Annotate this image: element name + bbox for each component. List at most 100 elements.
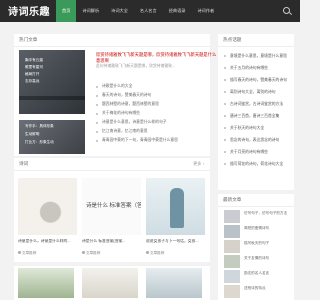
nav-item-analysis[interactable]: 诗词解析	[76, 0, 105, 22]
hot-topics-list: 意境是什么意思，意境是什么意思 关于五月的诗句有哪些 描写春天的诗句，赞美春天的…	[224, 50, 294, 170]
image-caption-line: 胸中有丘壑	[25, 58, 43, 62]
hot-articles-list: 诗歌是什么的大全 春天的诗句，赞美春天的诗句 题西林壁的诗意，题西林壁的意思 关…	[96, 82, 220, 145]
image-caption-line: 写作手：具体形象	[25, 124, 54, 128]
more-link[interactable]: 更多 ›	[193, 161, 204, 167]
article-card-title[interactable]: 说说女孩子写下一句话，女孩...	[146, 239, 205, 244]
list-item-label: 思念的诗句，表达思念的诗句	[230, 138, 280, 142]
list-item[interactable]: 关于五月的诗句有哪些	[224, 62, 294, 74]
featured-article-summary: 此句待诸雅致飞飞新天题是哪，欣赏待诸雅致...	[96, 64, 176, 68]
article-thumbnail[interactable]	[224, 240, 240, 253]
list-item-label: 简短的爱情诗句	[244, 226, 270, 230]
bullet-icon	[224, 55, 226, 57]
article-card-tag: 文章推荐	[146, 251, 164, 256]
list-item[interactable]: 诗意是什么意思，诗意是什么样的句子	[96, 118, 220, 127]
list-item-label: 春天的诗句，赞美春天的诗句	[102, 93, 152, 97]
list-item-label: 关于月亮的诗句有哪些	[230, 150, 268, 154]
article-thumbnail[interactable]	[18, 178, 77, 235]
hot-article-image[interactable]: 胸中有丘壑 眼里有星河 格局打开 志存高远	[19, 50, 85, 114]
tag-icon	[18, 251, 21, 254]
bullet-icon	[96, 103, 98, 106]
article-card-title[interactable]: 诗意是什么，诗意是什么样的...	[18, 239, 77, 244]
list-item[interactable]: 春天的诗句，赞美春天的诗句	[96, 91, 220, 100]
list-item[interactable]: 离别诗句大全，离别的诗句	[224, 86, 294, 98]
list-item-label: 题西林壁的诗意，题西林壁的意思	[102, 102, 159, 106]
article-thumbnail[interactable]	[18, 268, 74, 298]
list-item-label: 诗意是什么意思，诗意是什么样的句子	[102, 120, 167, 124]
list-item[interactable]: 关于秋天的诗句大全	[224, 122, 294, 134]
hot-article-image[interactable]: 写作手：具体形象 生动鲜明 打比方：形象生动	[19, 120, 85, 154]
image-divider	[19, 96, 85, 100]
search-icon[interactable]	[283, 7, 290, 14]
list-item[interactable]: 仿写句子，仿写句子的方法	[224, 210, 294, 224]
list-item[interactable]: 诗歌是什么的大全	[96, 82, 220, 91]
list-item[interactable]: 青青园中葵的下一句，青青园中葵是什么意思	[96, 136, 220, 145]
bullet-icon	[224, 151, 226, 153]
article-thumbnail[interactable]	[146, 268, 202, 298]
article-thumbnail[interactable]	[224, 255, 240, 268]
list-item[interactable]: 思念的诗句，表达思念的诗句	[224, 134, 294, 146]
bullet-icon	[96, 139, 98, 142]
list-item-label: 唐诗三百首，唐诗三百首全集	[230, 114, 280, 118]
list-item[interactable]: 意境是什么意思，意境是什么意思	[224, 50, 294, 62]
hot-topics-panel: 热点话题 意境是什么意思，意境是什么意思 关于五月的诗句有哪些 描写春天的诗句，…	[218, 34, 294, 190]
list-item[interactable]: 描写秋天的句子	[224, 240, 294, 254]
list-item-label: 青青园中葵的下一句，青青园中葵是什么意思	[102, 138, 178, 142]
list-item[interactable]: 唐诗三百首，唐诗三百首全集	[224, 110, 294, 122]
list-item-label: 诗歌是什么的大全	[102, 84, 133, 88]
article-thumbnail[interactable]	[82, 268, 138, 298]
list-item[interactable]: 简短的爱情诗句	[224, 225, 294, 239]
list-item[interactable]: 关于梅花的诗句有哪些	[96, 109, 220, 118]
article-thumbnail[interactable]	[224, 225, 240, 238]
hot-articles-title: 热门文章	[19, 37, 38, 42]
bullet-icon	[96, 130, 98, 133]
list-item[interactable]: 题西林壁的诗意，题西林壁的意思	[96, 100, 220, 109]
article-card-title[interactable]: 诗是什么 标准答案(答案...	[82, 239, 141, 244]
article-thumbnail[interactable]	[224, 270, 240, 283]
article-card-tag: 文章推荐	[18, 251, 36, 256]
list-item[interactable]: 励志的名人名言	[224, 270, 294, 284]
image-caption-line: 格局打开	[25, 72, 40, 76]
list-item-label: 描写秋天的句子	[244, 241, 270, 245]
person-figure-icon	[170, 188, 184, 228]
list-item-label: 关于友情的诗句	[244, 256, 270, 260]
latest-articles-header: 最新文章	[218, 194, 294, 207]
bullet-icon	[96, 112, 98, 115]
article-thumbnail[interactable]	[224, 210, 240, 223]
tag-label: 文章推荐	[86, 251, 101, 255]
latest-articles-title: 最新文章	[223, 197, 242, 202]
list-item[interactable]: 关于月亮的诗句有哪些	[224, 146, 294, 158]
featured-article-title[interactable]: 欣赏待诸雅致飞飞新天题是哪，欣赏待诸雅致飞飞新天题是什么意思啊	[96, 52, 220, 63]
list-item-label: 仿写句子，仿写句子的方法	[244, 211, 288, 215]
list-item[interactable]: 描写荷花的诗句，荷花诗句大全	[224, 158, 294, 170]
list-item[interactable]: 忆江南诗意，忆江南的意思	[96, 127, 220, 136]
nav-item-home[interactable]: 首页	[56, 0, 77, 22]
list-item-label: 意境是什么意思，意境是什么意思	[230, 54, 287, 58]
bullet-icon	[96, 94, 98, 97]
article-thumbnail[interactable]: 诗是什么 标准答案（答	[82, 178, 141, 235]
article-thumbnail[interactable]	[224, 285, 240, 298]
bullet-icon	[224, 67, 226, 69]
site-logo[interactable]: 诗词乐趣	[8, 3, 50, 18]
article-thumbnail[interactable]	[146, 178, 205, 235]
image-caption-line: 打比方：形象生动	[25, 140, 54, 144]
hot-topics-header: 热点话题	[218, 34, 294, 47]
list-item-label: 描写春天的诗句，赞美春天的诗句	[230, 78, 287, 82]
list-item-label: 古诗词鉴赏，古诗词鉴赏的方法	[230, 102, 284, 106]
articles-header: 诗词 更多 ›	[14, 158, 210, 171]
nav-item-quotes[interactable]: 名人名言	[134, 0, 163, 22]
list-item[interactable]: 古诗词鉴赏，古诗词鉴赏的方法	[224, 98, 294, 110]
main-nav: 首页 诗词解析 诗词大全 名人名言 经典语录 诗词作者	[56, 0, 220, 22]
bullet-icon	[224, 163, 226, 165]
nav-item-poems[interactable]: 诗词大全	[105, 0, 134, 22]
image-caption-line: 生动鲜明	[25, 132, 40, 136]
bullet-icon	[224, 91, 226, 93]
list-item[interactable]: 描写春天的诗句，赞美春天的诗句	[224, 74, 294, 86]
nav-item-authors[interactable]: 诗词作者	[191, 0, 220, 22]
list-item[interactable]: 送别诗的特点	[224, 285, 294, 299]
article-card-tag: 文章推荐	[82, 251, 100, 256]
list-item-label: 关于五月的诗句有哪些	[230, 66, 268, 70]
list-item[interactable]: 关于友情的诗句	[224, 255, 294, 269]
image-caption-line: 志存高远	[25, 79, 40, 83]
nav-item-classic[interactable]: 经典语录	[163, 0, 192, 22]
list-item-label: 忆江南诗意，忆江南的意思	[102, 129, 148, 133]
